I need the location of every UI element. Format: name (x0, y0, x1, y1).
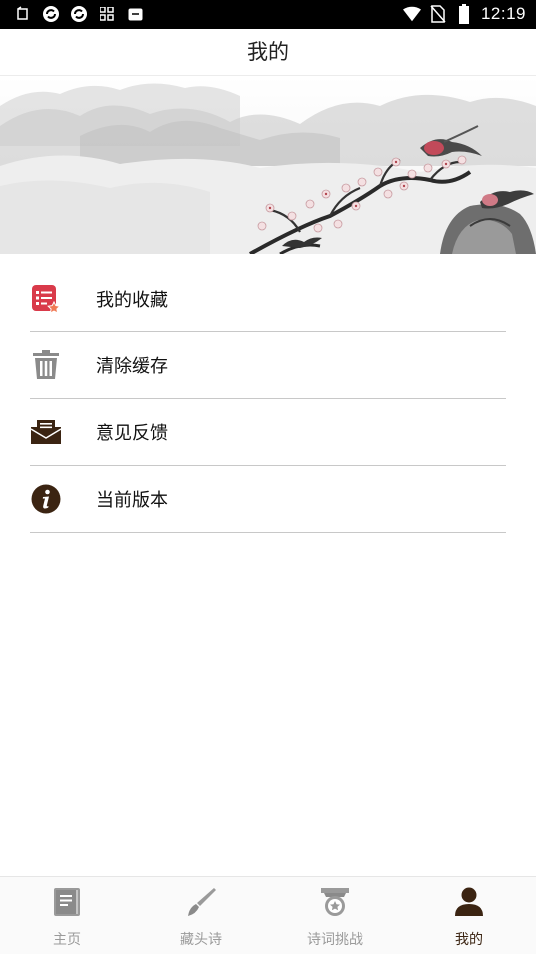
page-title: 我的 (247, 40, 289, 64)
sync-icon (70, 5, 88, 23)
status-bar-left (14, 5, 144, 23)
favorites-list-icon (30, 283, 62, 315)
nav-label-acrostic: 藏头诗 (180, 932, 222, 948)
menu-label-feedback: 意见反馈 (96, 423, 168, 444)
trash-icon (30, 349, 62, 381)
nav-item-mine[interactable]: 我的 (402, 877, 536, 954)
app-grid-icon (98, 5, 116, 23)
menu-label-version: 当前版本 (96, 490, 168, 511)
brush-icon (185, 886, 217, 918)
status-time: 12:19 (480, 4, 526, 23)
user-icon (453, 886, 485, 918)
app-header: 我的 (0, 29, 536, 76)
nav-item-challenge[interactable]: 诗词挑战 (268, 877, 402, 954)
status-bar: 12:19 (0, 0, 536, 29)
sync-icon (42, 5, 60, 23)
nav-label-mine: 我的 (455, 932, 483, 948)
feedback-inbox-icon (30, 416, 62, 448)
wifi-icon (402, 5, 421, 23)
nav-item-acrostic[interactable]: 藏头诗 (134, 877, 268, 954)
landscape-painting-image (0, 76, 536, 254)
trophy-icon (319, 886, 351, 918)
ink-painting-banner (0, 76, 536, 254)
app-icon (126, 5, 144, 23)
menu-item-clear-cache[interactable]: 清除缓存 (30, 332, 506, 399)
no-sim-icon (429, 5, 447, 23)
nav-label-home: 主页 (53, 932, 81, 948)
menu-label-clear-cache: 清除缓存 (96, 356, 168, 377)
settings-menu: 我的收藏 清除缓存 意见反馈 当前版本 (30, 266, 506, 533)
menu-item-feedback[interactable]: 意见反馈 (30, 399, 506, 466)
book-icon (51, 886, 83, 918)
nav-item-home[interactable]: 主页 (0, 877, 134, 954)
battery-icon (455, 4, 473, 24)
notification-icon (14, 5, 32, 23)
menu-item-version[interactable]: 当前版本 (30, 466, 506, 533)
menu-item-favorites[interactable]: 我的收藏 (30, 266, 506, 332)
info-icon (30, 483, 62, 515)
menu-label-favorites: 我的收藏 (96, 289, 168, 311)
status-bar-right: 12:19 (402, 4, 526, 24)
nav-label-challenge: 诗词挑战 (307, 932, 363, 948)
bottom-navigation: 主页 藏头诗 诗词挑战 我的 (0, 876, 536, 954)
